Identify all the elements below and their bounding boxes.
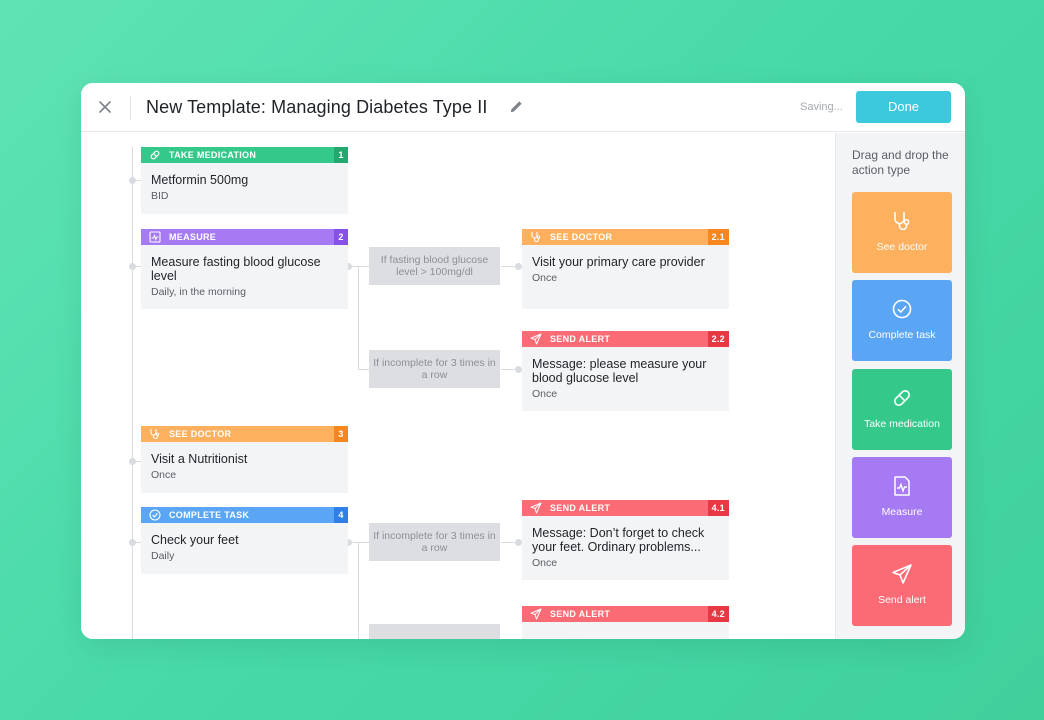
card-subtitle: Once	[532, 388, 558, 400]
step-number-badge: 3	[334, 426, 348, 442]
done-button[interactable]: Done	[856, 91, 951, 123]
send-icon	[530, 608, 542, 620]
chart-icon	[894, 476, 910, 496]
tile-see-doctor[interactable]: See doctor	[852, 192, 952, 273]
stethoscope-icon	[150, 429, 160, 440]
card-title: Metformin 500mg	[151, 173, 249, 187]
flow-canvas[interactable]: TAKE MEDICATION 1 Metformin 500mg BID ME…	[81, 133, 835, 639]
close-icon[interactable]	[97, 99, 113, 115]
pill-icon	[150, 150, 160, 160]
step-number-badge: 2	[334, 229, 348, 245]
card-type-label: MEASURE	[169, 232, 217, 242]
connector-dot	[515, 263, 522, 270]
connector-dot	[515, 366, 522, 373]
card-header: TAKE MEDICATION 1	[141, 147, 348, 163]
connector-line	[351, 542, 369, 543]
tile-take-medication[interactable]: Take medication	[852, 369, 952, 450]
connector-dot	[515, 539, 522, 546]
flow-step-card[interactable]: SEND ALERT 4.1 Message: Don’t forget to …	[522, 500, 729, 580]
check-circle-icon	[892, 299, 912, 319]
header-divider	[130, 96, 131, 120]
pencil-icon[interactable]	[509, 99, 524, 114]
connector-line	[133, 180, 141, 181]
card-title: Check your feet	[151, 533, 239, 547]
tile-send-alert[interactable]: Send alert	[852, 545, 952, 626]
check-icon	[149, 509, 161, 521]
card-type-label: SEND ALERT	[550, 609, 611, 619]
tile-label: Send alert	[878, 594, 926, 606]
step-number-badge: 4	[334, 507, 348, 523]
condition-box[interactable]	[369, 624, 500, 639]
card-title: Visit your primary care provider	[532, 255, 705, 269]
flow-step-card[interactable]: TAKE MEDICATION 1 Metformin 500mg BID	[141, 147, 348, 214]
flow-step-card[interactable]: SEE DOCTOR 2.1 Visit your primary care p…	[522, 229, 729, 309]
step-number-badge: 1	[334, 147, 348, 163]
card-header: MEASURE 2	[141, 229, 348, 245]
card-title: Measure fasting blood glucose level	[151, 255, 321, 283]
pill-icon	[894, 390, 910, 406]
connector-line	[358, 542, 359, 639]
template-editor-window: New Template: Managing Diabetes Type II …	[81, 83, 965, 639]
chart-icon	[149, 231, 161, 243]
connector-line	[358, 266, 359, 369]
sidebar-hint: Drag and drop the action type	[852, 148, 949, 177]
card-subtitle: Once	[532, 272, 558, 284]
card-header: SEE DOCTOR 2.1	[522, 229, 729, 245]
card-header: SEND ALERT 2.2	[522, 331, 729, 347]
tile-label: Measure	[881, 506, 923, 518]
saving-status: Saving...	[800, 101, 843, 113]
card-title: Message: Don’t forget to check your feet…	[532, 526, 705, 554]
step-number-badge: 2.1	[707, 229, 729, 245]
tile-label: Complete task	[868, 329, 936, 341]
connector-line	[133, 266, 141, 267]
tile-label: See doctor	[876, 241, 928, 253]
flow-step-card[interactable]: COMPLETE TASK 4 Check your feet Daily	[141, 507, 348, 574]
send-icon	[530, 333, 542, 345]
page-title: New Template: Managing Diabetes Type II	[146, 97, 488, 117]
stethoscope-icon	[531, 232, 541, 243]
card-title: Visit a Nutritionist	[151, 452, 248, 466]
card-subtitle: BID	[151, 190, 169, 202]
card-header: COMPLETE TASK 4	[141, 507, 348, 523]
card-type-label: SEE DOCTOR	[169, 429, 232, 439]
stethoscope-icon	[894, 212, 910, 231]
connector-line	[351, 266, 369, 267]
step-number-badge: 4.1	[707, 500, 729, 516]
step-number-badge: 2.2	[707, 331, 729, 347]
connector-line	[358, 369, 369, 370]
flow-step-card[interactable]: SEND ALERT 4.2	[522, 606, 729, 639]
condition-box[interactable]: If incomplete for 3 times in a row	[369, 523, 500, 561]
card-subtitle: Once	[532, 557, 558, 569]
card-type-label: TAKE MEDICATION	[169, 150, 257, 160]
connector-line	[133, 461, 141, 462]
card-header: SEND ALERT 4.2	[522, 606, 729, 622]
tile-complete-task[interactable]: Complete task	[852, 280, 952, 361]
flow-step-card[interactable]: MEASURE 2 Measure fasting blood glucose …	[141, 229, 348, 309]
card-subtitle: Daily, in the morning	[151, 286, 246, 298]
card-header: SEE DOCTOR 3	[141, 426, 348, 442]
header-bar: New Template: Managing Diabetes Type II …	[81, 83, 965, 132]
condition-box[interactable]: If incomplete for 3 times in a row	[369, 350, 500, 388]
flow-spine	[132, 147, 133, 639]
card-header: SEND ALERT 4.1	[522, 500, 729, 516]
connector-line	[133, 542, 141, 543]
card-subtitle: Once	[151, 469, 177, 481]
flow-step-card[interactable]: SEE DOCTOR 3 Visit a Nutritionist Once	[141, 426, 348, 493]
card-type-label: SEE DOCTOR	[550, 232, 613, 242]
step-number-badge: 4.2	[707, 606, 729, 622]
card-title: Message: please measure your blood gluco…	[532, 357, 707, 385]
send-icon	[530, 502, 542, 514]
card-type-label: SEND ALERT	[550, 334, 611, 344]
flow-step-card[interactable]: SEND ALERT 2.2 Message: please measure y…	[522, 331, 729, 411]
condition-box[interactable]: If fasting blood glucose level > 100mg/d…	[369, 247, 500, 285]
action-type-sidebar: Drag and drop the action type See doctor…	[835, 133, 965, 639]
tile-measure[interactable]: Measure	[852, 457, 952, 538]
send-icon	[892, 564, 912, 584]
tile-label: Take medication	[864, 418, 940, 430]
card-type-label: COMPLETE TASK	[169, 510, 250, 520]
card-subtitle: Daily	[151, 550, 175, 562]
card-type-label: SEND ALERT	[550, 503, 611, 513]
